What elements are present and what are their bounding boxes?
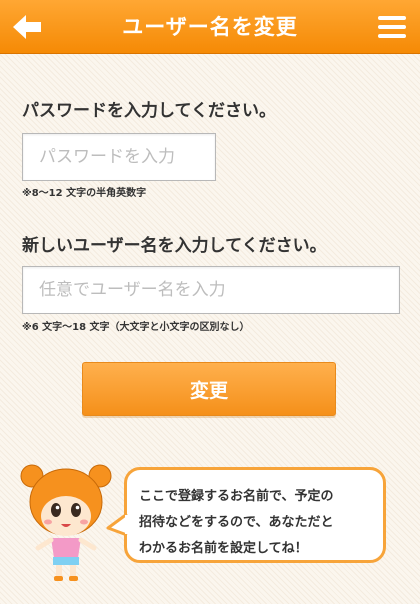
hamburger-menu-icon bbox=[378, 16, 406, 20]
speech-line-1: ここで登録するお名前で、予定の bbox=[139, 489, 334, 504]
password-label: パスワードを入力してください。 bbox=[22, 101, 276, 121]
speech-line-2: 招待などをするので、あなただと bbox=[139, 515, 334, 530]
speech-bubble: ここで登録するお名前で、予定の 招待などをするので、あなただと わかるお名前を設… bbox=[124, 467, 386, 563]
password-input[interactable] bbox=[22, 133, 216, 181]
app-header: ユーザー名を変更 bbox=[0, 0, 420, 54]
change-button[interactable]: 変更 bbox=[82, 362, 336, 416]
username-label: 新しいユーザー名を入力してください。 bbox=[22, 236, 327, 256]
speech-bubble-tail bbox=[106, 512, 130, 537]
username-input[interactable] bbox=[22, 266, 400, 314]
mascot-character bbox=[20, 464, 112, 581]
username-hint: ※6 文字〜18 文字（大文字と小文字の区別なし） bbox=[22, 322, 250, 333]
page-title: ユーザー名を変更 bbox=[122, 15, 298, 39]
menu-button[interactable] bbox=[374, 11, 410, 43]
speech-line-3: わかるお名前を設定してね！ bbox=[139, 541, 308, 556]
password-hint: ※8〜12 文字の半角英数字 bbox=[22, 188, 147, 199]
